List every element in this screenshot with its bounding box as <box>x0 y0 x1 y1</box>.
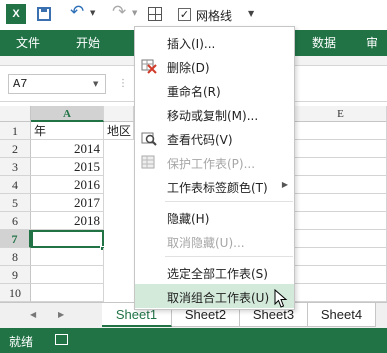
menu-item-label: 保护工作表(P)... <box>167 157 256 171</box>
cell-a10[interactable] <box>31 284 104 302</box>
cell-a9[interactable] <box>31 266 104 284</box>
row-header-10[interactable]: 10 <box>0 284 31 302</box>
undo-dropdown-icon[interactable]: ▼ <box>90 9 95 17</box>
cell-a7-selected[interactable] <box>31 230 104 248</box>
undo-icon[interactable]: ↶ <box>70 2 84 22</box>
save-icon[interactable] <box>37 7 51 21</box>
row-header-6[interactable]: 6 <box>0 212 31 230</box>
redo-icon[interactable]: ↷ <box>112 2 126 22</box>
borders-icon[interactable] <box>148 7 162 21</box>
row-header-2[interactable]: 2 <box>0 140 31 158</box>
menu-item-label: 查看代码(V) <box>167 133 233 147</box>
row-header-8[interactable]: 8 <box>0 248 31 266</box>
menu-item-unhide: 取消隐藏(U)... <box>135 229 294 253</box>
menu-item-move-copy[interactable]: 移动或复制(M)... <box>135 102 294 126</box>
delete-sheet-icon <box>141 59 157 74</box>
cell-a4[interactable]: 2016 <box>31 176 104 194</box>
submenu-arrow-icon: ▶ <box>281 180 288 189</box>
menu-separator <box>165 201 293 202</box>
row-header-7[interactable]: 7 <box>0 230 31 248</box>
cell-a2[interactable]: 2014 <box>31 140 104 158</box>
menu-item-ungroup-sheets[interactable]: 取消组合工作表(U) <box>135 284 294 308</box>
menu-item-insert[interactable]: 插入(I)... <box>135 30 294 54</box>
cell-e6[interactable] <box>295 212 387 230</box>
column-header-b[interactable] <box>104 106 134 122</box>
cell-e7[interactable] <box>295 230 387 248</box>
column-header-a[interactable]: A <box>31 106 104 122</box>
tab-data[interactable]: 数据 <box>306 30 342 56</box>
sheet-tab-sheet4[interactable]: Sheet4 <box>308 303 376 327</box>
cell-e3[interactable] <box>295 158 387 176</box>
menu-item-label: 工作表标签颜色(T) <box>167 181 268 195</box>
menu-item-rename[interactable]: 重命名(R) <box>135 78 294 102</box>
cell-e4[interactable] <box>295 176 387 194</box>
cell-a1[interactable]: 年 <box>31 122 104 140</box>
select-all-corner[interactable] <box>0 106 31 122</box>
name-box[interactable]: A7 <box>8 74 106 94</box>
macro-record-icon[interactable] <box>55 334 68 345</box>
formula-bar-grip-icon: ⋮ <box>118 78 128 89</box>
customize-toolbar-icon[interactable]: ▼ <box>248 9 254 18</box>
cell-e2[interactable] <box>295 140 387 158</box>
tab-file[interactable]: 文件 <box>10 30 46 56</box>
menu-item-view-code[interactable]: 查看代码(V) <box>135 126 294 150</box>
menu-item-label: 删除(D) <box>167 61 210 75</box>
gridlines-label: 网格线 <box>196 9 233 23</box>
view-code-icon <box>141 132 157 146</box>
cell-e1[interactable] <box>295 122 387 140</box>
column-header-e[interactable]: E <box>295 106 387 122</box>
cell-e9[interactable] <box>295 266 387 284</box>
cell-e5[interactable] <box>295 194 387 212</box>
cell-a3[interactable]: 2015 <box>31 158 104 176</box>
menu-item-protect-sheet: 保护工作表(P)... <box>135 150 294 174</box>
cell-a5[interactable]: 2017 <box>31 194 104 212</box>
cell-a6[interactable]: 2018 <box>31 212 104 230</box>
tab-home[interactable]: 开始 <box>70 30 106 56</box>
menu-item-label: 插入(I)... <box>167 37 216 51</box>
menu-item-label: 移动或复制(M)... <box>167 109 259 123</box>
row-header-3[interactable]: 3 <box>0 158 31 176</box>
row-header-4[interactable]: 4 <box>0 176 31 194</box>
row-header-1[interactable]: 1 <box>0 122 31 140</box>
row-header-5[interactable]: 5 <box>0 194 31 212</box>
gridlines-checkbox[interactable]: ✓ <box>178 8 191 21</box>
cell-b1[interactable]: 地区 <box>104 122 134 140</box>
menu-item-hide[interactable]: 隐藏(H) <box>135 205 294 229</box>
menu-item-delete[interactable]: 删除(D) <box>135 54 294 78</box>
scroll-left-icon[interactable]: ◀ <box>30 310 36 319</box>
cell-e8[interactable] <box>295 248 387 266</box>
menu-item-select-all-sheets[interactable]: 选定全部工作表(S) <box>135 260 294 284</box>
status-ready-text: 就绪 <box>9 335 34 349</box>
protect-sheet-icon <box>141 155 155 169</box>
redo-dropdown-icon[interactable]: ▼ <box>132 9 137 17</box>
menu-item-label: 隐藏(H) <box>167 212 210 226</box>
menu-item-label: 取消隐藏(U)... <box>167 236 245 250</box>
excel-logo-icon: X <box>6 4 26 24</box>
scroll-right-icon[interactable]: ▶ <box>58 310 64 319</box>
menu-item-tab-color[interactable]: 工作表标签颜色(T) ▶ <box>135 174 294 198</box>
name-box-dropdown-icon[interactable]: ▼ <box>93 80 98 88</box>
menu-item-label: 取消组合工作表(U) <box>167 291 270 305</box>
status-bar: 就绪 <box>0 328 387 353</box>
sheet-tab-context-menu: 插入(I)... 删除(D) 重命名(R) 移动或复制(M)... 查看代码(V… <box>134 26 295 310</box>
cell-a8[interactable] <box>31 248 104 266</box>
tab-review[interactable]: 审阅 <box>360 30 387 76</box>
menu-separator <box>165 256 293 257</box>
cell-e10[interactable] <box>295 284 387 302</box>
mouse-pointer-icon <box>274 288 288 308</box>
menu-item-label: 选定全部工作表(S) <box>167 267 268 281</box>
row-header-9[interactable]: 9 <box>0 266 31 284</box>
menu-item-label: 重命名(R) <box>167 85 221 99</box>
